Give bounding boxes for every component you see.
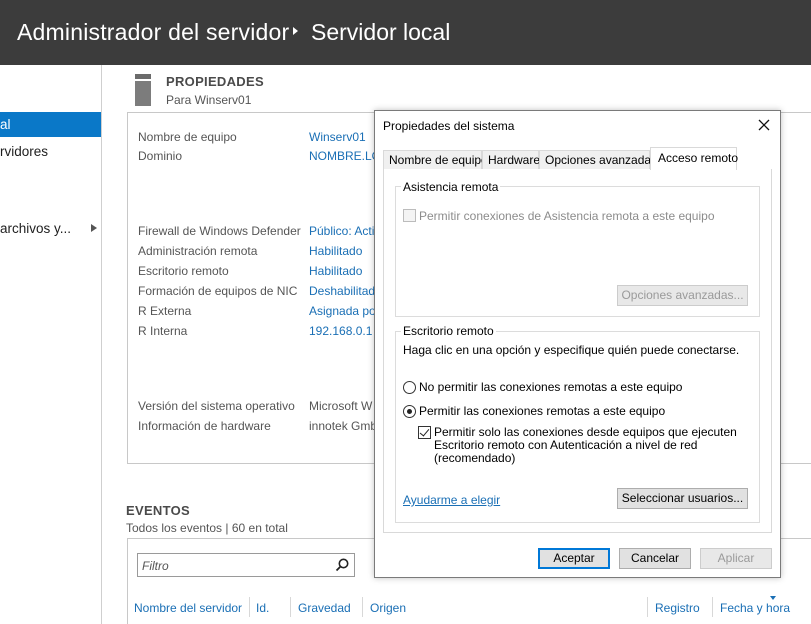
sort-descending-icon: [770, 596, 776, 600]
nav-item-label: archivos y...: [0, 221, 72, 236]
nav-item-label: al: [0, 117, 11, 132]
breadcrumb-separator-icon: [293, 27, 298, 35]
nav-item-label: rvidores: [0, 144, 49, 159]
events-title: EVENTOS: [126, 503, 190, 518]
deny-remote-label: No permitir las conexiones remotas a est…: [419, 380, 683, 394]
nav-item-all-servers[interactable]: rvidores: [0, 139, 101, 164]
allow-remote-label: Permitir las conexiones remotas a este e…: [419, 404, 666, 418]
property-value-link[interactable]: Habilitado: [309, 244, 362, 258]
property-label: Escritorio remoto: [138, 264, 229, 278]
property-value-link[interactable]: Habilitado: [309, 264, 362, 278]
app-title: Administrador del servidor: [17, 19, 290, 45]
page-title: Servidor local: [311, 19, 451, 45]
property-label: Administración remota: [138, 244, 258, 258]
property-value: Microsoft W: [309, 399, 373, 413]
tab-computer-name[interactable]: Nombre de equipo: [383, 150, 488, 170]
nla-label-line3: (recomendado): [434, 451, 516, 465]
column-separator: [647, 597, 648, 617]
column-header-severity[interactable]: Gravedad: [298, 601, 351, 615]
property-label: Dominio: [138, 149, 183, 163]
nav-item-file-services[interactable]: archivos y...: [0, 216, 101, 241]
column-separator: [712, 597, 713, 617]
column-separator: [362, 597, 363, 617]
property-value-link[interactable]: Deshabilitad: [309, 284, 375, 298]
properties-subtitle: Para Winserv01: [166, 93, 252, 107]
column-header-id[interactable]: Id.: [256, 601, 269, 615]
property-label: Formación de equipos de NIC: [138, 284, 298, 298]
properties-title: PROPIEDADES: [166, 74, 264, 89]
dialog-title: Propiedades del sistema: [383, 119, 515, 133]
advanced-options-button[interactable]: Opciones avanzadas...: [617, 285, 748, 306]
property-label: Versión del sistema operativo: [138, 399, 295, 413]
ok-button[interactable]: Aceptar: [538, 548, 610, 569]
help-me-choose-link[interactable]: Ayudarme a elegir: [403, 493, 500, 507]
remote-assistance-group-label: Asistencia remota: [401, 180, 501, 194]
property-value-link[interactable]: Winserv01: [309, 130, 366, 144]
server-icon: [135, 74, 151, 106]
property-label: Información de hardware: [138, 419, 271, 433]
column-header-source[interactable]: Origen: [370, 601, 406, 615]
apply-button[interactable]: Aplicar: [700, 548, 772, 569]
tab-remote-access[interactable]: Acceso remoto: [650, 147, 738, 170]
nla-label-line2: Escritorio remoto con Autenticación a ni…: [434, 438, 698, 452]
tab-advanced-options[interactable]: Opciones avanzadas: [539, 150, 657, 170]
title-bar: Administrador del servidor Servidor loca…: [0, 0, 811, 65]
nla-label-line1: Permitir solo las conexiones desde equip…: [434, 425, 737, 439]
property-value-link[interactable]: 192.168.0.1: [309, 324, 372, 338]
nla-checkbox[interactable]: [418, 426, 431, 439]
allow-remote-radio[interactable]: [403, 405, 416, 418]
filter-input[interactable]: [142, 558, 332, 573]
remote-assistance-checkbox[interactable]: [403, 209, 416, 222]
property-value: innotek Gmb: [309, 419, 378, 433]
chevron-right-icon: [91, 224, 97, 232]
property-label: Firewall de Windows Defender: [138, 224, 301, 238]
cancel-button[interactable]: Cancelar: [619, 548, 691, 569]
close-button[interactable]: [753, 114, 775, 136]
property-value-link[interactable]: Público: Acti: [309, 224, 374, 238]
property-label: R Externa: [138, 304, 192, 318]
close-icon: [758, 119, 770, 131]
remote-desktop-group-label: Escritorio remoto: [401, 324, 496, 338]
column-header-server-name[interactable]: Nombre del servidor: [134, 601, 242, 615]
column-header-date-time[interactable]: Fecha y hora: [720, 601, 790, 615]
events-subtitle: Todos los eventos | 60 en total: [126, 521, 288, 535]
tab-hardware[interactable]: Hardware: [482, 150, 540, 170]
remote-desktop-instruction: Haga clic en una opción y especifique qu…: [403, 343, 740, 357]
left-navigation: al rvidores archivos y...: [0, 65, 102, 624]
remote-assistance-checkbox-label: Permitir conexiones de Asistencia remota…: [419, 209, 715, 223]
property-value-link[interactable]: Asignada po: [309, 304, 376, 318]
property-label: Nombre de equipo: [138, 130, 237, 144]
property-value-link[interactable]: NOMBRE.LO: [309, 149, 381, 163]
column-separator: [249, 597, 250, 617]
select-users-button[interactable]: Seleccionar usuarios...: [617, 488, 748, 509]
deny-remote-radio[interactable]: [403, 381, 416, 394]
nav-item-local-server[interactable]: al: [0, 112, 101, 137]
column-header-log[interactable]: Registro: [655, 601, 700, 615]
filter-box: [137, 553, 355, 577]
search-icon[interactable]: [335, 558, 349, 572]
property-label: R Interna: [138, 324, 188, 338]
column-separator: [290, 597, 291, 617]
